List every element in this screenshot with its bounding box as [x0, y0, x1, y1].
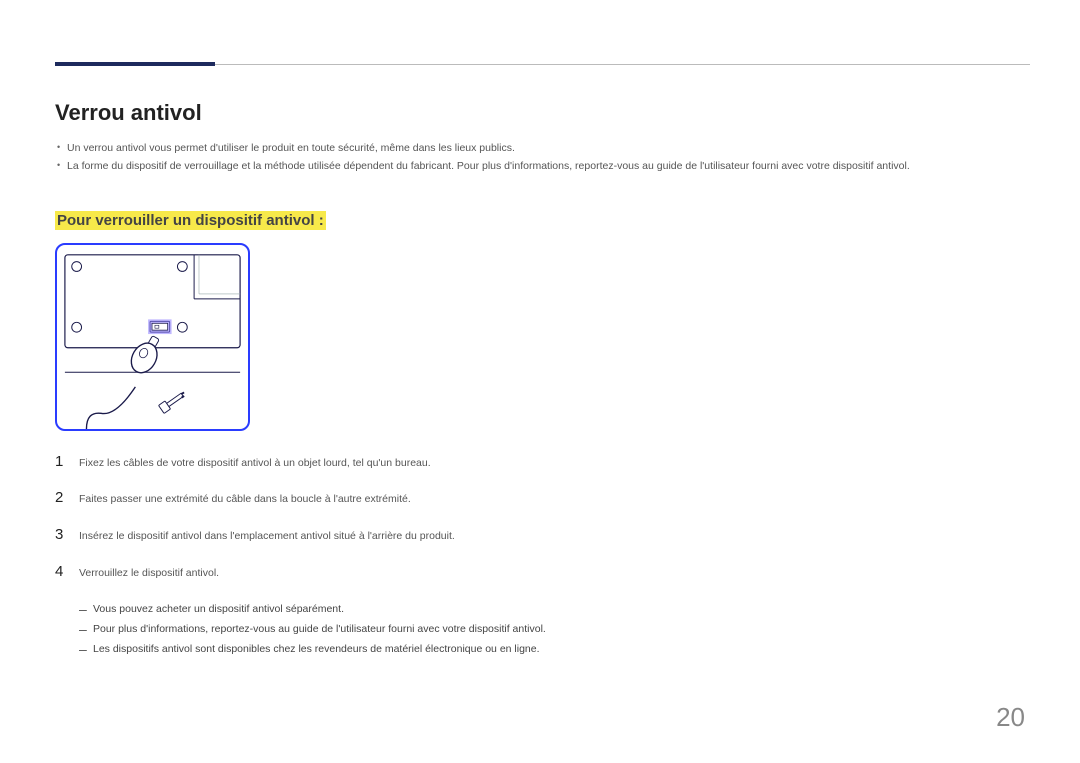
- notes-list: Vous pouvez acheter un dispositif antivo…: [79, 600, 1030, 660]
- step-text: Insérez le dispositif antivol dans l'emp…: [79, 529, 455, 545]
- step-item: 2 Faites passer une extrémité du câble d…: [55, 489, 1030, 508]
- note-item: Pour plus d'informations, reportez-vous …: [79, 620, 1030, 640]
- steps-list: 1 Fixez les câbles de votre dispositif a…: [55, 453, 1030, 582]
- step-number: 2: [55, 489, 79, 506]
- step-text: Fixez les câbles de votre dispositif ant…: [79, 456, 431, 472]
- step-item: 3 Insérez le dispositif antivol dans l'e…: [55, 526, 1030, 545]
- step-item: 1 Fixez les câbles de votre dispositif a…: [55, 453, 1030, 472]
- step-text: Faites passer une extrémité du câble dan…: [79, 492, 411, 508]
- note-item: Vous pouvez acheter un dispositif antivo…: [79, 600, 1030, 620]
- header-accent-bar: [55, 62, 215, 66]
- intro-bullet-list: Un verrou antivol vous permet d'utiliser…: [55, 140, 1030, 176]
- step-text: Verrouillez le dispositif antivol.: [79, 566, 219, 582]
- step-item: 4 Verrouillez le dispositif antivol.: [55, 563, 1030, 582]
- highlighted-text: Pour verrouiller un dispositif antivol :: [55, 211, 326, 230]
- page-title: Verrou antivol: [55, 100, 1030, 126]
- step-number: 4: [55, 563, 79, 580]
- lock-diagram-svg: [57, 245, 248, 429]
- note-item: Les dispositifs antivol sont disponibles…: [79, 640, 1030, 660]
- document-page: Verrou antivol Un verrou antivol vous pe…: [0, 0, 1080, 763]
- step-number: 1: [55, 453, 79, 470]
- intro-bullet: La forme du dispositif de verrouillage e…: [55, 158, 1030, 176]
- page-number: 20: [996, 702, 1025, 733]
- step-number: 3: [55, 526, 79, 543]
- section-subheading: Pour verrouiller un dispositif antivol :: [55, 212, 326, 229]
- lock-diagram: [55, 243, 250, 431]
- intro-bullet: Un verrou antivol vous permet d'utiliser…: [55, 140, 1030, 158]
- page-content: Verrou antivol Un verrou antivol vous pe…: [55, 100, 1030, 660]
